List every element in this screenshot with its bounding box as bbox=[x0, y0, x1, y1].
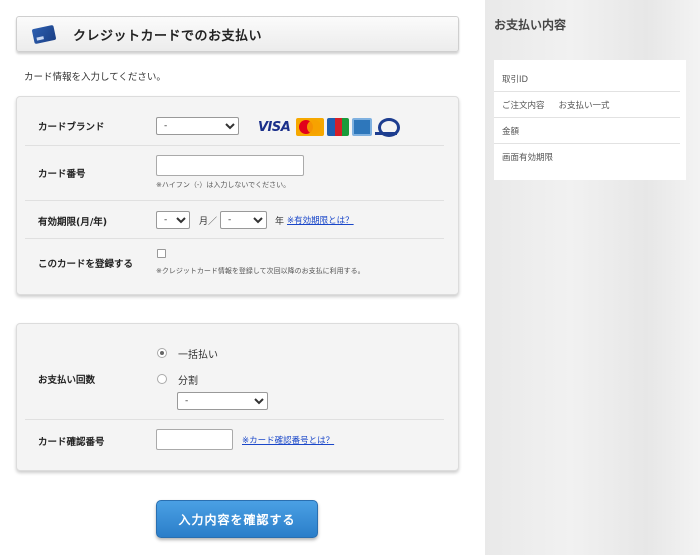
card-brand-label: カードブランド bbox=[38, 122, 105, 133]
year-unit: 年 bbox=[275, 217, 285, 227]
expiry-month-select[interactable]: - bbox=[156, 211, 190, 229]
summary-row-transaction-id: 取引ID bbox=[494, 66, 680, 92]
lump-sum-label: 一括払い bbox=[178, 350, 218, 361]
payment-count-row: お支払い回数 一括払い 分割 - bbox=[25, 324, 444, 420]
security-code-input[interactable] bbox=[156, 429, 233, 450]
mastercard-logo-icon bbox=[296, 118, 325, 136]
month-unit: 月／ bbox=[199, 217, 218, 227]
jcb-logo-icon bbox=[327, 118, 350, 136]
installment-radio[interactable] bbox=[157, 374, 167, 384]
card-brand-row: カードブランド - VISA bbox=[25, 97, 444, 146]
expiry-help-link[interactable]: ※有効期限とは？ bbox=[287, 214, 354, 226]
page-header: クレジットカードでのお支払い bbox=[16, 16, 459, 52]
amex-logo-icon bbox=[352, 118, 373, 136]
register-card-checkbox[interactable] bbox=[157, 249, 166, 258]
card-number-label: カード番号 bbox=[38, 169, 86, 180]
payment-panel: お支払い回数 一括払い 分割 - カード確認番号 ※カード確認番号とは？ bbox=[16, 323, 459, 471]
register-card-label: このカードを登録する bbox=[38, 259, 134, 270]
payment-count-label: お支払い回数 bbox=[38, 375, 96, 386]
security-code-help-link[interactable]: ※カード確認番号とは？ bbox=[242, 434, 334, 446]
visa-logo-icon: VISA bbox=[258, 119, 291, 135]
summary-row-amount: 金額 bbox=[494, 118, 680, 144]
installment-label: 分割 bbox=[178, 376, 198, 387]
summary-box: 取引ID ご注文内容 お支払い一式 金額 画面有効期限 bbox=[494, 60, 686, 180]
page-title: クレジットカードでのお支払い bbox=[73, 28, 263, 44]
security-code-row: カード確認番号 ※カード確認番号とは？ bbox=[25, 420, 444, 465]
installments-select[interactable]: - bbox=[177, 392, 268, 410]
payment-summary-sidebar: お支払い内容 取引ID ご注文内容 お支払い一式 金額 画面有効期限 bbox=[485, 0, 700, 555]
card-brand-select[interactable]: - bbox=[156, 117, 239, 135]
intro-text: カード情報を入力してください。 bbox=[24, 72, 166, 83]
credit-card-icon bbox=[31, 24, 57, 44]
expiry-label: 有効期限(月/年) bbox=[38, 217, 108, 228]
summary-value: お支払い一式 bbox=[558, 100, 610, 111]
register-card-row: このカードを登録する ※クレジットカード情報を登録して次回以降のお支払に利用する… bbox=[25, 239, 444, 289]
card-brand-logos: VISA bbox=[258, 118, 401, 137]
summary-row-expiry: 画面有効期限 bbox=[494, 144, 680, 170]
summary-row-order: ご注文内容 お支払い一式 bbox=[494, 92, 680, 118]
card-number-row: カード番号 ※ハイフン（-）は入力しないでください。 bbox=[25, 146, 444, 201]
summary-label: 金額 bbox=[502, 126, 520, 137]
expiry-row: 有効期限(月/年) - 月／ - 年 ※有効期限とは？ bbox=[25, 201, 444, 239]
summary-title: お支払い内容 bbox=[494, 18, 567, 32]
security-code-label: カード確認番号 bbox=[38, 437, 105, 448]
card-number-note: ※ハイフン（-）は入力しないでください。 bbox=[156, 181, 291, 189]
expiry-year-select[interactable]: - bbox=[220, 211, 267, 229]
diners-logo-icon bbox=[375, 118, 401, 137]
confirm-button[interactable]: 入力内容を確認する bbox=[156, 500, 318, 538]
summary-label: ご注文内容 bbox=[502, 100, 545, 111]
card-number-input[interactable] bbox=[156, 155, 304, 176]
summary-label: 取引ID bbox=[502, 74, 529, 85]
lump-sum-radio[interactable] bbox=[157, 348, 167, 358]
summary-label: 画面有効期限 bbox=[502, 153, 554, 163]
card-info-panel: カードブランド - VISA カード番号 ※ハイフン（-）は入力しないでください… bbox=[16, 96, 459, 295]
register-card-note: ※クレジットカード情報を登録して次回以降のお支払に利用する。 bbox=[156, 267, 365, 275]
